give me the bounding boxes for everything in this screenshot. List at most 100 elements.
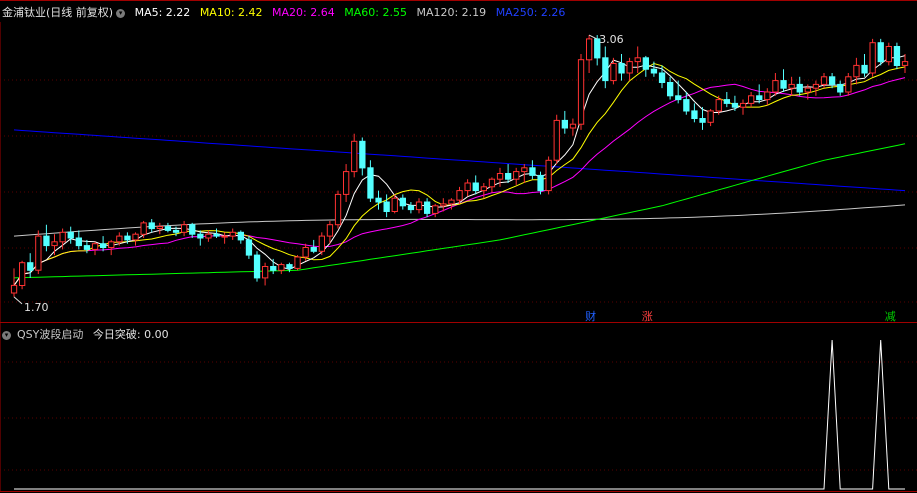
candle bbox=[748, 91, 755, 108]
candle-body bbox=[553, 119, 560, 161]
candle bbox=[262, 262, 269, 286]
candle bbox=[561, 110, 569, 134]
candle-body bbox=[658, 72, 666, 83]
candle-body bbox=[181, 224, 188, 233]
ma5-line bbox=[13, 55, 906, 286]
candle bbox=[626, 57, 633, 81]
moving-average-lines bbox=[13, 55, 906, 286]
candle bbox=[537, 171, 544, 195]
high-price-label: 3.06 bbox=[599, 33, 624, 46]
candle-body bbox=[108, 241, 115, 249]
candle-body bbox=[383, 201, 390, 212]
candle-body bbox=[19, 262, 26, 287]
candle bbox=[197, 230, 204, 246]
candle-body bbox=[375, 197, 382, 203]
candle-body bbox=[707, 110, 714, 123]
candle-body bbox=[43, 235, 50, 247]
candle-body bbox=[650, 68, 658, 74]
candle bbox=[407, 201, 415, 214]
candle-body bbox=[869, 42, 876, 74]
candle bbox=[424, 198, 431, 218]
candle bbox=[488, 177, 496, 193]
dropdown-toggle-icon[interactable]: ▾ bbox=[116, 8, 126, 18]
candle bbox=[513, 167, 520, 185]
candle-body bbox=[545, 159, 552, 192]
candle-body bbox=[351, 140, 358, 173]
dropdown-toggle-icon[interactable]: ▾ bbox=[2, 330, 11, 340]
candle bbox=[796, 76, 803, 96]
candle-body bbox=[586, 38, 593, 61]
candle-body bbox=[756, 95, 763, 101]
candle bbox=[893, 42, 901, 70]
candle-body bbox=[845, 76, 852, 93]
candle-body bbox=[464, 182, 471, 192]
candle-body bbox=[837, 83, 844, 93]
candle bbox=[351, 133, 358, 178]
candle-body bbox=[318, 235, 326, 252]
candle-body bbox=[205, 233, 212, 239]
candlestick-series[interactable] bbox=[10, 35, 909, 297]
candle-body bbox=[456, 190, 463, 201]
candle bbox=[375, 190, 382, 210]
candle-body bbox=[310, 247, 317, 252]
candle-body bbox=[764, 91, 771, 101]
event-tag-cai[interactable]: 财 bbox=[583, 308, 598, 324]
candle-body bbox=[513, 171, 520, 180]
candle bbox=[367, 160, 374, 202]
candle-body bbox=[683, 99, 690, 112]
kline-chart[interactable]: 1.70 3.06 bbox=[0, 0, 917, 493]
candle-body bbox=[804, 87, 812, 93]
candle bbox=[318, 232, 326, 256]
candle bbox=[343, 164, 350, 202]
candle-body bbox=[172, 229, 180, 233]
candle-body bbox=[270, 266, 277, 271]
event-tag-jian[interactable]: 减 bbox=[883, 308, 898, 324]
candle-body bbox=[521, 167, 528, 173]
candle bbox=[553, 114, 560, 165]
candle bbox=[772, 73, 779, 96]
candle bbox=[43, 224, 50, 252]
candle-body bbox=[27, 262, 34, 271]
candle-body bbox=[496, 173, 504, 180]
candle bbox=[51, 234, 58, 256]
candle bbox=[901, 54, 909, 74]
candle bbox=[140, 220, 147, 239]
candle-body bbox=[302, 247, 309, 258]
candle bbox=[19, 260, 26, 290]
ma120-line bbox=[13, 204, 906, 237]
candle bbox=[229, 228, 236, 240]
candle-body bbox=[221, 235, 228, 238]
candle-body bbox=[626, 61, 633, 74]
candle bbox=[642, 55, 650, 77]
candle-body bbox=[440, 203, 447, 207]
event-tag-zhang[interactable]: 涨 bbox=[640, 308, 655, 324]
candle bbox=[545, 156, 552, 195]
price-panel-header: 金浦钛业(日线 前复权) ▾ MA5: 2.22 MA10: 2.42 MA20:… bbox=[2, 4, 571, 20]
candle-body bbox=[861, 64, 868, 74]
ma60-line bbox=[13, 143, 906, 279]
candle-body bbox=[132, 233, 139, 241]
ma5-label: MA5: 2.22 bbox=[134, 6, 191, 19]
ma20-label: MA20: 2.64 bbox=[272, 6, 335, 19]
candle-body bbox=[140, 222, 147, 235]
candle-body bbox=[237, 231, 244, 241]
candle-body bbox=[748, 95, 755, 104]
indicator-line bbox=[14, 339, 905, 490]
candle-body bbox=[820, 76, 828, 85]
candle-body bbox=[278, 264, 285, 271]
candle bbox=[35, 230, 42, 275]
candle-body bbox=[83, 245, 91, 250]
candle bbox=[675, 80, 682, 104]
candle-body bbox=[893, 46, 901, 66]
candle-body bbox=[415, 201, 423, 211]
candle-body bbox=[189, 224, 196, 235]
ma250-label: MA250: 2.26 bbox=[495, 6, 566, 19]
candle bbox=[691, 103, 698, 123]
candle-body bbox=[667, 82, 674, 97]
candle bbox=[359, 137, 366, 176]
candle bbox=[877, 38, 884, 66]
candle-body bbox=[715, 99, 722, 112]
candle bbox=[812, 80, 820, 96]
candle bbox=[156, 222, 163, 235]
candle-body bbox=[480, 186, 488, 192]
